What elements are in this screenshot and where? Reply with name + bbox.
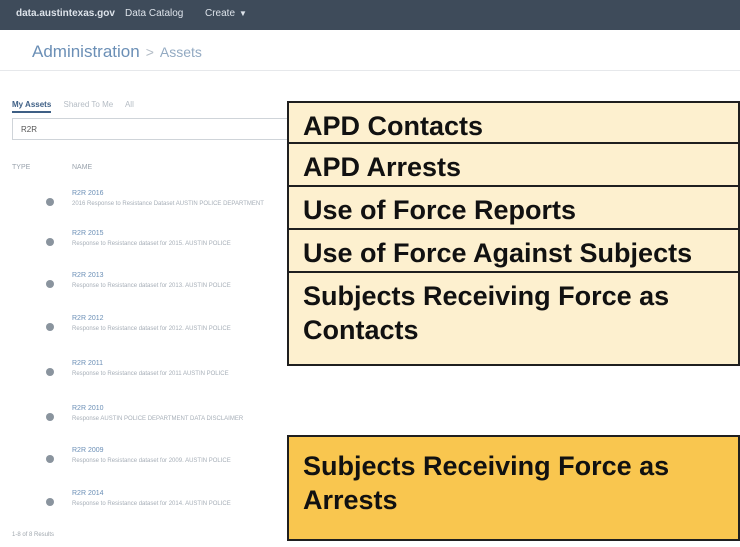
dataset-icon bbox=[46, 198, 54, 206]
asset-description: Response to Resistance dataset for 2015.… bbox=[72, 241, 231, 247]
asset-title-link[interactable]: R2R 2013 bbox=[72, 272, 104, 279]
dataset-icon bbox=[46, 323, 54, 331]
breadcrumb-assets: Assets bbox=[159, 44, 202, 60]
table-row[interactable]: R2R 2015 Response to Resistance dataset … bbox=[12, 226, 312, 266]
chevron-down-icon: ▼ bbox=[239, 9, 247, 18]
asset-description: Response to Resistance dataset for 2011 … bbox=[72, 371, 229, 377]
overlay-item-label: Subjects Receiving Force as Arrests bbox=[303, 451, 670, 515]
dataset-icon bbox=[46, 368, 54, 376]
column-name-header[interactable]: NAME bbox=[72, 164, 92, 171]
breadcrumb-separator: > bbox=[145, 44, 154, 60]
asset-description: Response to Resistance dataset for 2009.… bbox=[72, 458, 231, 464]
create-menu[interactable]: Create ▼ bbox=[205, 8, 247, 19]
dataset-icon bbox=[46, 455, 54, 463]
overlay-item-subjects-force-arrests: Subjects Receiving Force as Arrests bbox=[287, 435, 740, 541]
data-catalog-link[interactable]: Data Catalog bbox=[125, 8, 183, 19]
asset-title-link[interactable]: R2R 2016 bbox=[72, 190, 104, 197]
table-row[interactable]: R2R 2016 2016 Response to Resistance Dat… bbox=[12, 186, 312, 226]
asset-title-link[interactable]: R2R 2010 bbox=[72, 405, 104, 412]
asset-description: Response AUSTIN POLICE DEPARTMENT DATA D… bbox=[72, 416, 244, 422]
asset-tabs: My Assets Shared To Me All bbox=[12, 100, 144, 113]
dataset-list-overlay: APD Contacts APD Arrests Use of Force Re… bbox=[287, 101, 740, 541]
asset-title-link[interactable]: R2R 2015 bbox=[72, 230, 104, 237]
screenshot-frame: data.austintexas.gov Data Catalog Create… bbox=[0, 0, 740, 547]
create-menu-label: Create bbox=[205, 8, 236, 19]
tab-shared-to-me[interactable]: Shared To Me bbox=[64, 100, 114, 109]
dataset-icon bbox=[46, 238, 54, 246]
table-row[interactable]: R2R 2009 Response to Resistance dataset … bbox=[12, 443, 312, 483]
header-divider bbox=[0, 70, 740, 71]
site-brand-link[interactable]: data.austintexas.gov bbox=[16, 8, 115, 19]
dataset-icon bbox=[46, 280, 54, 288]
dataset-icon bbox=[46, 413, 54, 421]
asset-title-link[interactable]: R2R 2012 bbox=[72, 315, 104, 322]
table-row[interactable]: R2R 2013 Response to Resistance dataset … bbox=[12, 268, 312, 308]
table-row[interactable]: R2R 2010 Response AUSTIN POLICE DEPARTME… bbox=[12, 401, 312, 441]
dataset-icon bbox=[46, 498, 54, 506]
asset-title-link[interactable]: R2R 2011 bbox=[72, 360, 103, 367]
column-type-header[interactable]: TYPE bbox=[12, 164, 30, 171]
breadcrumb: Administration > Assets bbox=[32, 42, 202, 62]
table-row[interactable]: R2R 2014 Response to Resistance dataset … bbox=[12, 486, 312, 526]
asset-description: Response to Resistance dataset for 2012.… bbox=[72, 326, 231, 332]
top-nav-bar: data.austintexas.gov Data Catalog Create… bbox=[0, 0, 740, 30]
tab-all[interactable]: All bbox=[125, 100, 134, 109]
overlay-item-apd-arrests: APD Arrests bbox=[287, 142, 740, 187]
asset-description: Response to Resistance dataset for 2013.… bbox=[72, 283, 231, 289]
tab-my-assets[interactable]: My Assets bbox=[12, 100, 52, 113]
overlay-item-use-of-force-reports: Use of Force Reports bbox=[287, 185, 740, 230]
asset-title-link[interactable]: R2R 2014 bbox=[72, 490, 104, 497]
breadcrumb-administration[interactable]: Administration bbox=[32, 42, 140, 61]
results-count: 1-8 of 8 Results bbox=[12, 532, 55, 538]
overlay-item-label: Subjects Receiving Force as Contacts bbox=[303, 281, 670, 345]
search-input[interactable]: R2R bbox=[12, 118, 312, 140]
overlay-item-subjects-force-contacts: Subjects Receiving Force as Contacts bbox=[287, 271, 740, 366]
overlay-item-apd-contacts: APD Contacts bbox=[287, 101, 740, 144]
table-row[interactable]: R2R 2012 Response to Resistance dataset … bbox=[12, 311, 312, 351]
asset-title-link[interactable]: R2R 2009 bbox=[72, 447, 104, 454]
asset-description: 2016 Response to Resistance Dataset AUST… bbox=[72, 201, 264, 207]
table-row[interactable]: R2R 2011 Response to Resistance dataset … bbox=[12, 356, 312, 396]
overlay-item-use-of-force-against-subjects: Use of Force Against Subjects bbox=[287, 228, 740, 273]
asset-description: Response to Resistance dataset for 2014.… bbox=[72, 501, 231, 507]
